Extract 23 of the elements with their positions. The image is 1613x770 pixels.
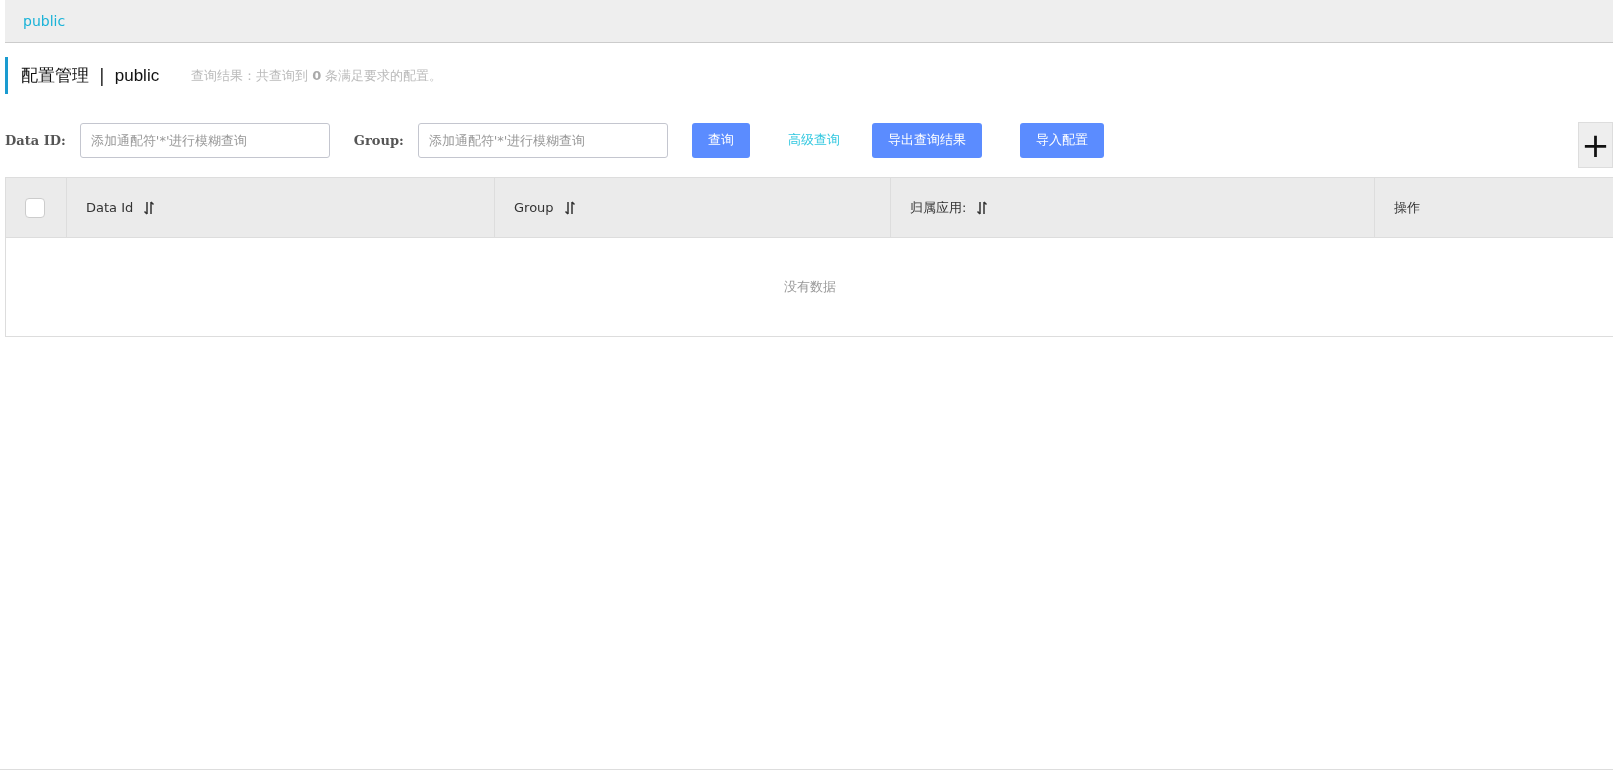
sort-icon[interactable]	[976, 199, 989, 216]
add-button[interactable]: +	[1578, 122, 1613, 168]
namespace-name: public	[114, 65, 160, 86]
empty-message: 没有数据	[783, 278, 836, 296]
action-button[interactable]: 查询	[691, 122, 750, 158]
title-separator: |	[99, 65, 105, 86]
result-summary: 查询结果：共查询到 0 条满足要求的配置。	[191, 66, 443, 85]
filter-label: Data ID:	[5, 132, 66, 148]
breadcrumb-link[interactable]: public	[23, 13, 66, 29]
action-button[interactable]: 导出查询结果	[871, 122, 982, 158]
column-header: 归属应用:	[910, 198, 968, 217]
column-header: Data Id	[86, 200, 135, 215]
search-field[interactable]: 添加通配符'*'进行模糊查询	[79, 122, 330, 158]
page-title: 配置管理	[21, 64, 89, 87]
column-header: Group	[514, 200, 555, 215]
search-field[interactable]: 添加通配符'*'进行模糊查询	[417, 122, 668, 158]
action-button[interactable]: 导入配置	[1019, 122, 1104, 158]
sort-icon[interactable]	[563, 199, 576, 216]
select-all-checkbox[interactable]	[25, 197, 45, 218]
sort-icon[interactable]	[143, 199, 156, 216]
filter-label: Group:	[353, 132, 404, 148]
column-header: 操作	[1394, 198, 1420, 217]
advanced-search-link[interactable]: 高级查询	[787, 131, 840, 149]
